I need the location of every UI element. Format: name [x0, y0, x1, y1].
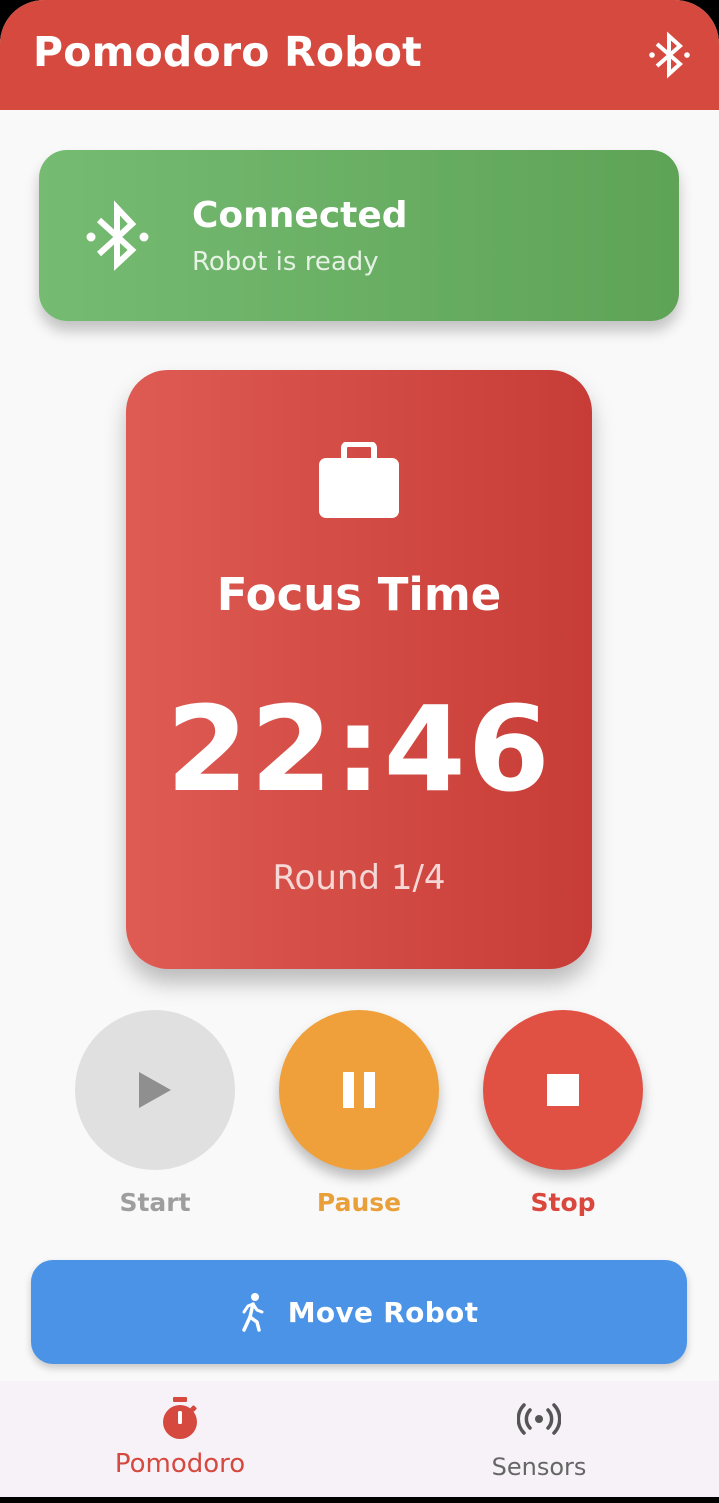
- connection-subtitle: Robot is ready: [192, 247, 379, 277]
- stop-button[interactable]: [483, 1010, 643, 1170]
- walking-person-icon: [241, 1293, 264, 1332]
- nav-item-pomodoro[interactable]: Pomodoro: [0, 1381, 360, 1497]
- app-title: Pomodoro Robot: [33, 28, 422, 76]
- nav-item-sensors[interactable]: Sensors: [359, 1381, 719, 1497]
- round-label: Round 1/4: [272, 858, 446, 898]
- pause-icon: [343, 1072, 375, 1108]
- nav-label-pomodoro: Pomodoro: [114, 1449, 246, 1479]
- move-robot-label: Move Robot: [287, 1295, 479, 1329]
- phase-label: Focus Time: [216, 568, 502, 621]
- stop-label: Stop: [530, 1188, 596, 1217]
- bluetooth-icon[interactable]: [648, 30, 694, 80]
- stopwatch-icon: [163, 1397, 197, 1439]
- nav-label-sensors: Sensors: [491, 1453, 587, 1481]
- connection-title: Connected: [192, 195, 408, 236]
- app-bar: Pomodoro Robot: [0, 0, 719, 110]
- start-button[interactable]: [75, 1010, 235, 1170]
- timer-card: Focus Time 22:46 Round 1/4: [126, 370, 592, 969]
- play-icon: [139, 1072, 171, 1108]
- sensors-broadcast-icon: [517, 1403, 561, 1435]
- app-screen: Pomodoro Robot Connected Robot is ready …: [0, 0, 719, 1497]
- connection-status-card: Connected Robot is ready: [39, 150, 679, 321]
- briefcase-icon: [319, 442, 399, 518]
- timer-display: 22:46: [166, 680, 552, 818]
- move-robot-button[interactable]: Move Robot: [31, 1260, 687, 1364]
- pause-button[interactable]: [279, 1010, 439, 1170]
- start-label: Start: [119, 1188, 191, 1217]
- bottom-navigation: Pomodoro Sensors: [0, 1381, 719, 1497]
- pause-label: Pause: [316, 1188, 402, 1217]
- bluetooth-connected-icon: [86, 200, 149, 271]
- stop-icon: [547, 1074, 579, 1106]
